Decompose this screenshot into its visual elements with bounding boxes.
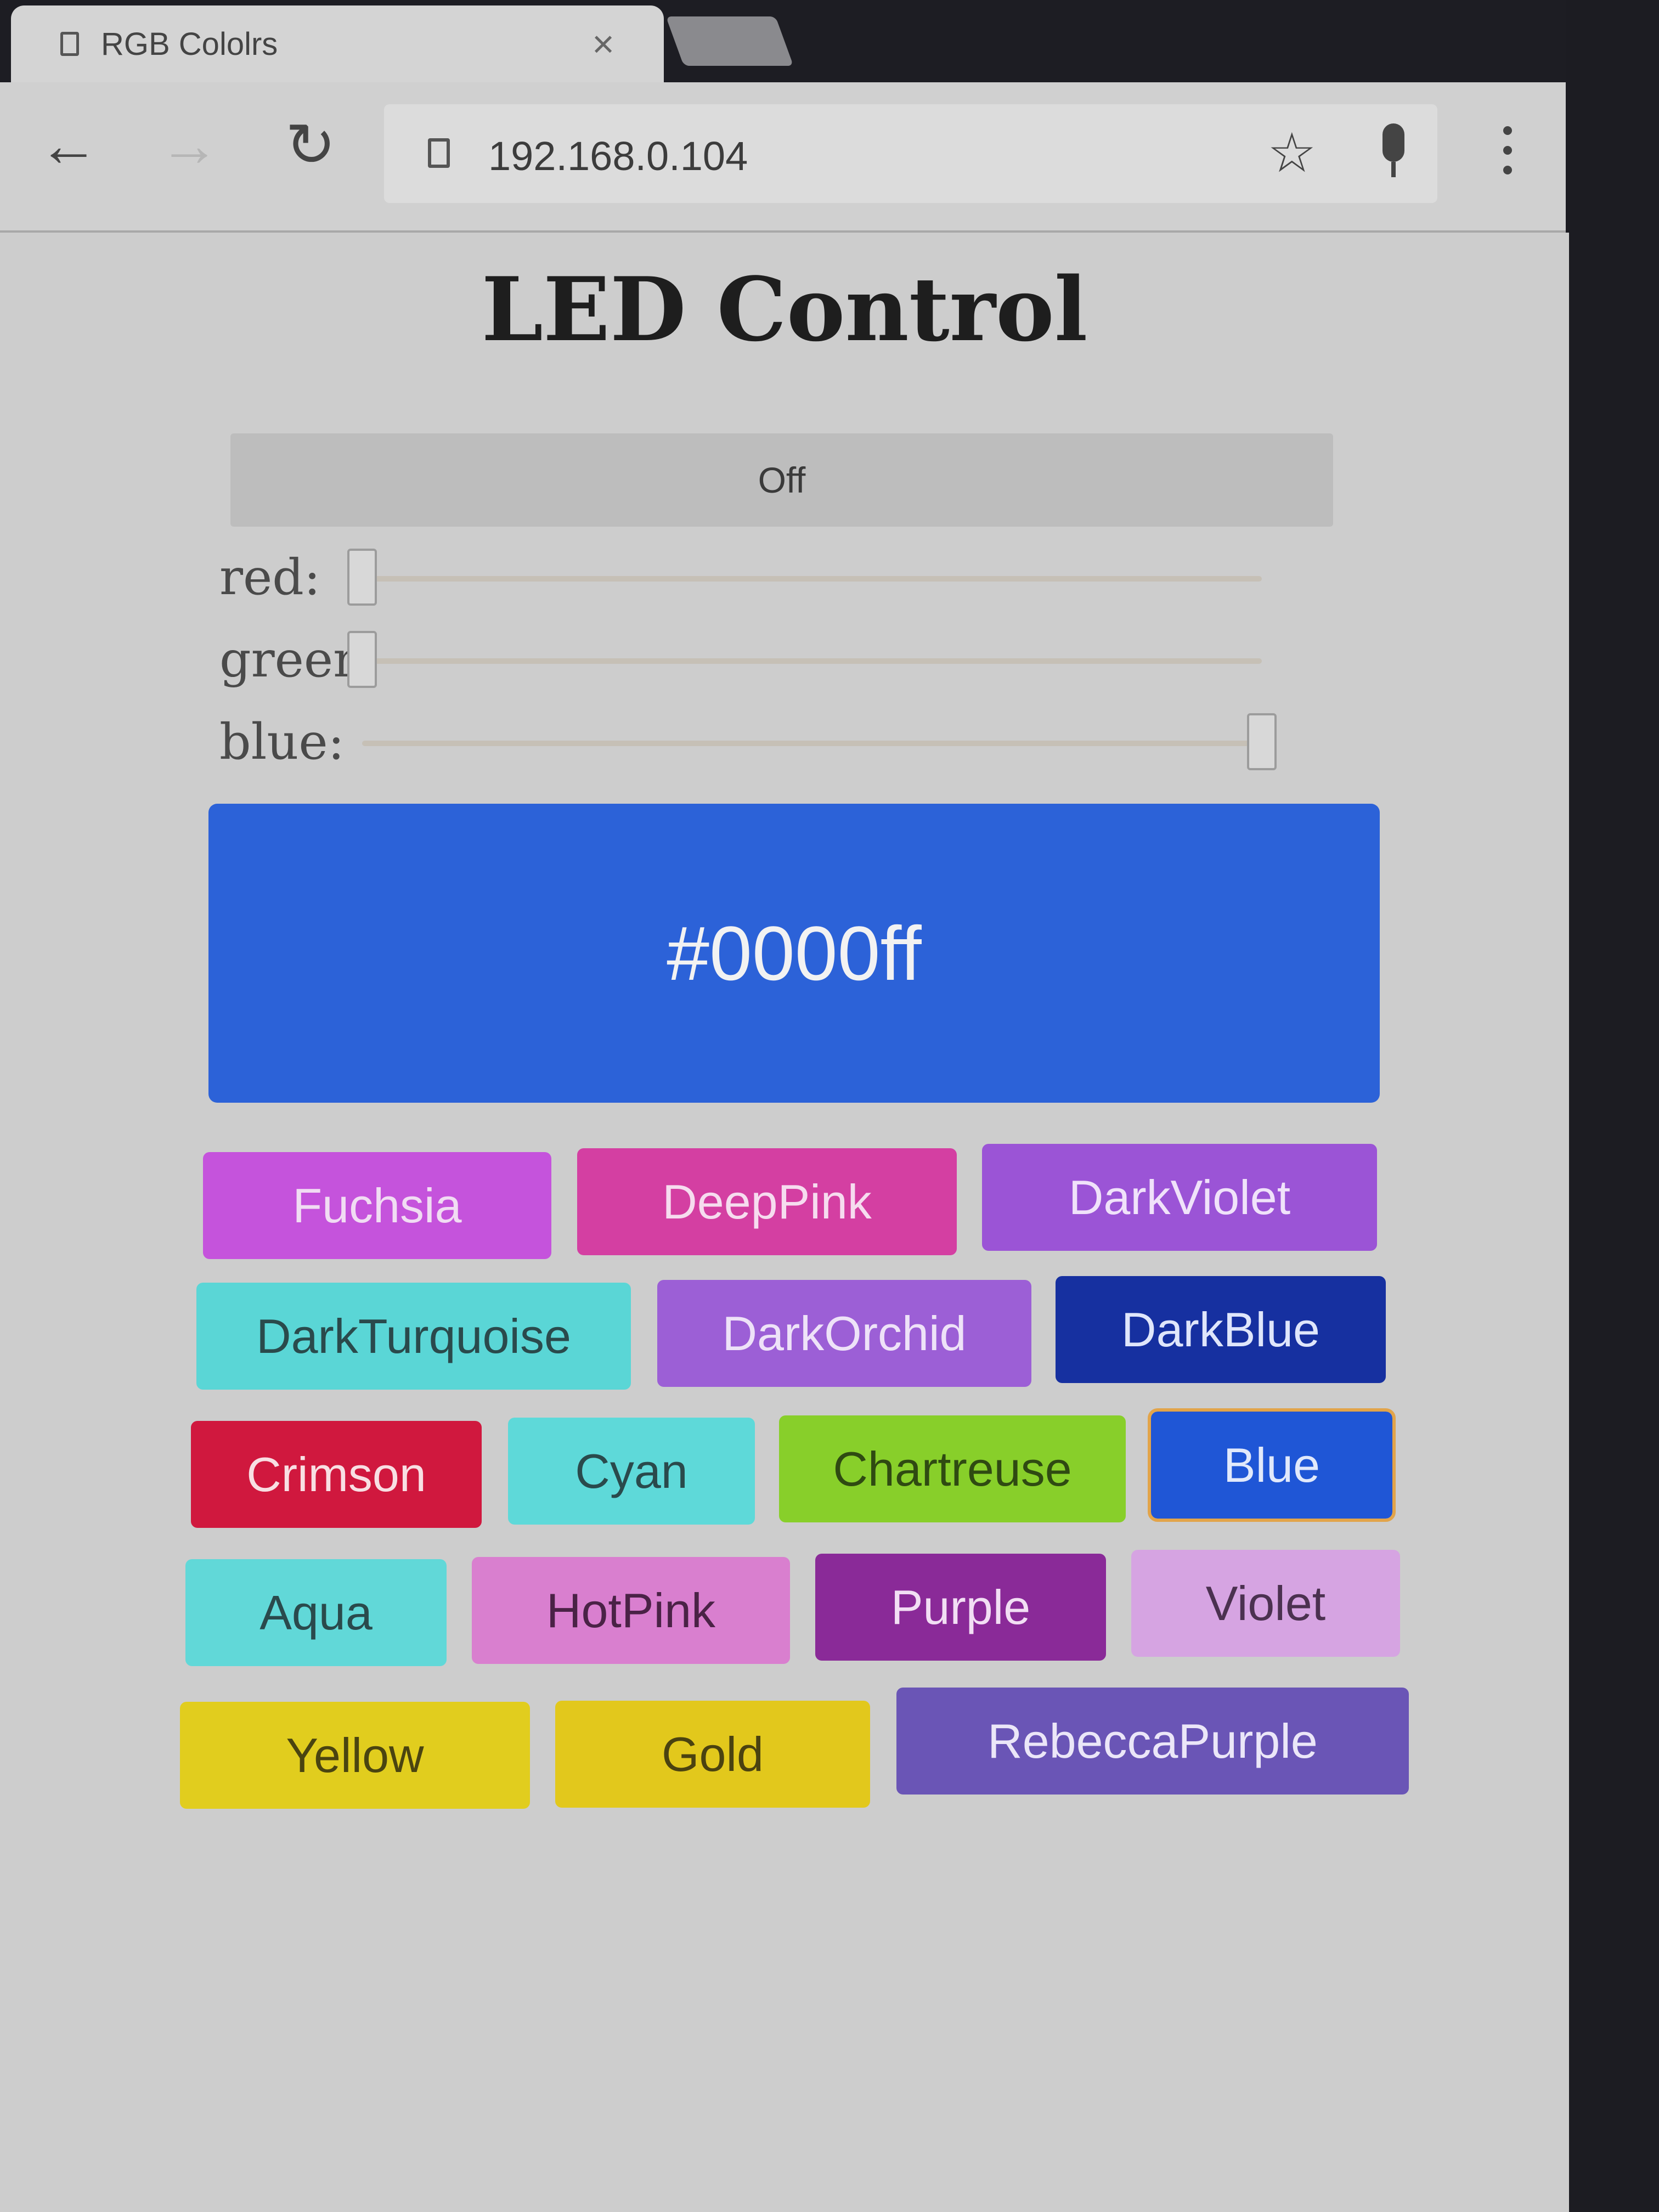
- current-color-hex: #0000ff: [667, 910, 922, 996]
- microphone-icon[interactable]: [1383, 123, 1404, 177]
- color-button-blue[interactable]: Blue: [1148, 1408, 1396, 1522]
- page-icon: [60, 32, 79, 56]
- color-button-rebeccapurple[interactable]: RebeccaPurple: [896, 1688, 1409, 1795]
- color-button-gold[interactable]: Gold: [555, 1701, 870, 1808]
- power-toggle-button[interactable]: Off: [230, 433, 1333, 527]
- reload-icon[interactable]: ↻: [285, 115, 336, 176]
- page-info-icon[interactable]: [428, 138, 450, 168]
- color-button-darkviolet[interactable]: DarkViolet: [982, 1144, 1377, 1251]
- green-slider-thumb[interactable]: [347, 631, 377, 688]
- blue-slider-track[interactable]: [362, 713, 1277, 770]
- url-text[interactable]: 192.168.0.104: [488, 133, 748, 179]
- color-button-darkturquoise[interactable]: DarkTurquoise: [196, 1283, 631, 1390]
- color-button-darkblue[interactable]: DarkBlue: [1056, 1276, 1386, 1383]
- color-button-purple[interactable]: Purple: [815, 1554, 1106, 1661]
- green-slider-row: green:: [219, 625, 1273, 691]
- more-menu-icon[interactable]: [1503, 126, 1512, 185]
- green-slider-track[interactable]: [347, 631, 1262, 688]
- new-tab-button[interactable]: [665, 16, 794, 66]
- blue-slider-label: blue:: [219, 713, 345, 771]
- blue-slider-row: blue:: [219, 708, 1277, 774]
- color-button-violet[interactable]: Violet: [1131, 1550, 1400, 1657]
- red-slider-thumb[interactable]: [347, 549, 377, 606]
- tab-strip: RGB Cololrs ×: [0, 0, 1580, 82]
- address-bar[interactable]: 192.168.0.104 ☆: [384, 104, 1437, 203]
- color-button-chartreuse[interactable]: Chartreuse: [779, 1415, 1126, 1522]
- color-button-crimson[interactable]: Crimson: [191, 1421, 482, 1528]
- color-button-darkorchid[interactable]: DarkOrchid: [657, 1280, 1031, 1387]
- blue-slider-thumb[interactable]: [1247, 713, 1277, 770]
- color-button-cyan[interactable]: Cyan: [508, 1418, 755, 1525]
- color-button-hotpink[interactable]: HotPink: [472, 1557, 790, 1664]
- red-slider-row: red:: [219, 543, 1273, 609]
- color-button-fuchsia[interactable]: Fuchsia: [203, 1152, 551, 1259]
- close-tab-icon[interactable]: ×: [592, 22, 614, 66]
- back-arrow-icon[interactable]: ←: [38, 115, 99, 176]
- page-title: LED Control: [481, 258, 1088, 361]
- device-bezel-right: [1566, 0, 1659, 2212]
- red-slider-track[interactable]: [347, 549, 1262, 606]
- color-button-aqua[interactable]: Aqua: [185, 1559, 447, 1666]
- current-color-swatch: #0000ff: [208, 804, 1380, 1103]
- browser-tab[interactable]: RGB Cololrs ×: [11, 5, 664, 82]
- red-slider-label: red:: [219, 549, 321, 606]
- color-button-deeppink[interactable]: DeepPink: [577, 1148, 957, 1255]
- browser-toolbar: ← → ↻ 192.168.0.104 ☆: [0, 82, 1569, 233]
- color-button-yellow[interactable]: Yellow: [180, 1702, 530, 1809]
- tab-title: RGB Cololrs: [101, 26, 278, 62]
- forward-arrow-icon[interactable]: →: [159, 115, 219, 176]
- bookmark-star-icon[interactable]: ☆: [1267, 121, 1317, 185]
